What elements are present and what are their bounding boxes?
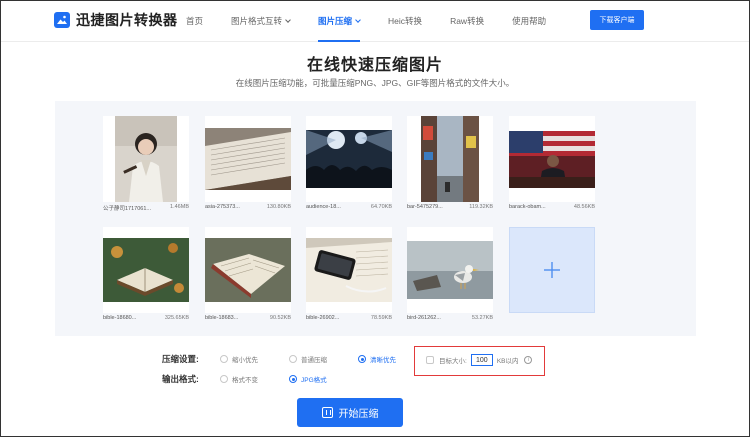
start-compress-label: 开始压缩 — [338, 409, 379, 420]
compress-setting-label: 压缩设置: — [162, 354, 199, 364]
target-size-checkbox[interactable] — [426, 356, 434, 364]
file-name: audience-18... — [306, 204, 341, 210]
radio-icon — [220, 355, 228, 363]
phone-bible-thumbnail — [306, 227, 392, 313]
file-caption: bird-261262... 53.27KB — [407, 315, 493, 325]
file-caption: bible-18680... 325.65KB — [103, 315, 189, 325]
file-card[interactable]: bible-18683... 90.52KB — [205, 227, 291, 327]
info-icon[interactable]: i — [524, 356, 533, 364]
logo[interactable]: 迅捷图片转换器 — [54, 9, 178, 31]
nav-label: 首页 — [186, 16, 204, 26]
portrait-thumbnail — [103, 116, 189, 202]
output-format-label: 输出格式: — [162, 374, 199, 384]
file-caption: asia-275373... 130.80KB — [205, 204, 291, 214]
file-card[interactable]: bar-5475279... 119.32KB — [407, 116, 493, 216]
compress-icon — [321, 407, 333, 418]
file-name: bird-261262... — [407, 315, 441, 321]
file-caption: bible-26902... 78.59KB — [306, 315, 392, 325]
radio-compress-clarity[interactable]: 清晰优先 — [358, 354, 396, 364]
radio-label: JPG格式 — [301, 377, 327, 384]
target-size-unit: KB以内 — [496, 358, 519, 365]
radio-icon — [289, 375, 297, 383]
file-name: bible-26902... — [306, 315, 340, 321]
radio-format-keep[interactable]: 格式不变 — [220, 374, 258, 384]
radio-format-jpg[interactable]: JPG格式 — [289, 374, 327, 384]
chevron-down-icon — [355, 17, 361, 23]
file-card[interactable]: bible-18680... 325.65KB — [103, 227, 189, 327]
logo-icon — [54, 12, 70, 28]
file-caption: audience-18... 64.70KB — [306, 204, 392, 214]
file-name: bar-5475279... — [407, 204, 443, 210]
nav-label: 图片压缩 — [318, 16, 353, 26]
file-caption: bar-5475279... 119.32KB — [407, 204, 493, 214]
page-title: 在线快速压缩图片 — [306, 57, 443, 74]
file-size: 119.32KB — [469, 204, 493, 210]
file-name: asia-275373... — [205, 204, 240, 210]
nav-item-compress[interactable]: 图片压缩 — [318, 0, 361, 42]
radio-label: 格式不变 — [232, 377, 258, 384]
radio-icon — [358, 355, 366, 363]
nav-item-help[interactable]: 使用帮助 — [512, 0, 546, 42]
radio-label: 缩小优先 — [232, 357, 258, 364]
file-card[interactable]: asia-275373... 130.80KB — [205, 116, 291, 216]
plus-icon — [544, 262, 560, 278]
nav-label: Raw转换 — [450, 16, 485, 26]
nav-item-heic[interactable]: Heic转换 — [388, 0, 422, 42]
radio-label: 普通压缩 — [301, 357, 327, 364]
bible-thumbnail — [205, 227, 291, 313]
file-size: 48.56KB — [573, 204, 595, 210]
nav-item-home[interactable]: 首页 — [186, 0, 203, 42]
flag-speech-thumbnail — [509, 116, 595, 202]
file-size: 1.46MB — [170, 204, 189, 210]
file-name: bible-18680... — [103, 315, 137, 321]
file-size: 78.59KB — [370, 315, 392, 321]
download-client-button[interactable]: 下载客户端 — [590, 10, 644, 30]
nav-label: Heic转换 — [388, 16, 423, 26]
file-caption: barack-obam... 48.56KB — [509, 204, 595, 214]
book-thumbnail — [205, 116, 291, 202]
radio-icon — [289, 355, 297, 363]
seagull-thumbnail — [407, 227, 493, 313]
main-nav: 首页 图片格式互转 图片压缩 Heic转换 Raw转换 使用帮助 — [186, 0, 574, 42]
nav-label: 使用帮助 — [512, 16, 547, 26]
radio-compress-normal[interactable]: 普通压缩 — [289, 354, 327, 364]
file-name: bible-18683... — [205, 315, 239, 321]
radio-label: 清晰优先 — [370, 357, 396, 364]
file-caption: 公子静司1717061... 1.46MB — [103, 204, 189, 214]
nav-item-raw[interactable]: Raw转换 — [450, 0, 484, 42]
start-compress-button[interactable]: 开始压缩 — [297, 398, 403, 427]
file-size: 53.27KB — [471, 315, 493, 321]
radio-compress-small[interactable]: 缩小优先 — [220, 354, 258, 364]
logo-text: 迅捷图片转换器 — [76, 12, 178, 28]
target-size-control: 目标大小: 100 KB以内 i — [426, 354, 533, 366]
file-card[interactable]: bird-261262... 53.27KB — [407, 227, 493, 327]
file-size: 130.80KB — [266, 204, 291, 210]
concert-thumbnail — [306, 116, 392, 202]
file-card[interactable]: 公子静司1717061... 1.46MB — [103, 116, 189, 216]
nav-label: 图片格式互转 — [231, 16, 283, 26]
street-thumbnail — [407, 116, 493, 202]
file-name: 公子静司1717061... — [103, 206, 151, 212]
top-header: 迅捷图片转换器 首页 图片格式互转 图片压缩 Heic转换 Raw转换 使用帮助… — [0, 0, 750, 42]
file-card[interactable]: bible-26902... 78.59KB — [306, 227, 392, 327]
radio-icon — [220, 375, 228, 383]
file-caption: bible-18683... 90.52KB — [205, 315, 291, 325]
target-size-input[interactable]: 100 — [470, 354, 493, 366]
file-name: barack-obam... — [509, 204, 546, 210]
file-size: 90.52KB — [269, 315, 291, 321]
chevron-down-icon — [285, 17, 291, 23]
nav-item-format-convert[interactable]: 图片格式互转 — [231, 0, 291, 42]
file-size: 325.65KB — [164, 315, 189, 321]
file-card[interactable]: audience-18... 64.70KB — [306, 116, 392, 216]
book-leaves-thumbnail — [103, 227, 189, 313]
page-subtitle: 在线图片压缩功能，可批量压缩PNG、JPG、GIF等图片格式的文件大小。 — [235, 78, 515, 88]
target-size-label: 目标大小: — [439, 358, 467, 365]
file-card[interactable]: barack-obam... 48.56KB — [509, 116, 595, 216]
add-image-button[interactable] — [509, 227, 595, 313]
file-size: 64.70KB — [370, 204, 392, 210]
upload-panel: 公子静司1717061... 1.46MB asia-275373... 130.8… — [55, 101, 696, 336]
